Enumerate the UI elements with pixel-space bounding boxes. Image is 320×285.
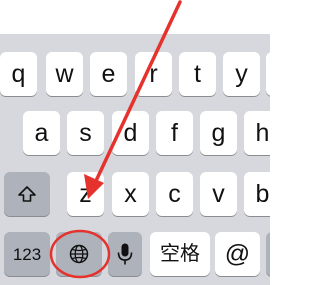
key-e[interactable]: e <box>90 52 127 96</box>
key-h[interactable]: h <box>244 111 270 155</box>
key-x[interactable]: x <box>112 172 149 216</box>
space-key[interactable]: 空格 <box>150 232 210 276</box>
key-q[interactable]: q <box>0 52 37 96</box>
key-a[interactable]: a <box>23 111 60 155</box>
key-t[interactable]: t <box>179 52 216 96</box>
microphone-icon <box>117 243 133 265</box>
key-r[interactable]: r <box>135 52 172 96</box>
key-v[interactable]: v <box>200 172 237 216</box>
globe-key[interactable] <box>56 232 102 276</box>
key-y[interactable]: y <box>223 52 260 96</box>
at-key[interactable]: @ <box>215 232 260 276</box>
key-f[interactable]: f <box>156 111 193 155</box>
keyboard: q w e r t y a s d f g h z x c v b 123 空格… <box>0 34 270 285</box>
shift-key[interactable] <box>4 172 50 216</box>
key-z[interactable]: z <box>67 172 104 216</box>
key-b[interactable]: b <box>244 172 270 216</box>
globe-icon <box>69 244 89 264</box>
numbers-key[interactable]: 123 <box>4 232 50 276</box>
key-g[interactable]: g <box>200 111 237 155</box>
shift-icon <box>18 186 36 202</box>
key-d[interactable]: d <box>112 111 149 155</box>
key-s[interactable]: s <box>67 111 104 155</box>
key-c[interactable]: c <box>156 172 193 216</box>
return-key-partial[interactable] <box>266 232 270 276</box>
mic-key[interactable] <box>108 232 142 276</box>
key-w[interactable]: w <box>46 52 83 96</box>
key-u-partial[interactable] <box>266 52 270 96</box>
